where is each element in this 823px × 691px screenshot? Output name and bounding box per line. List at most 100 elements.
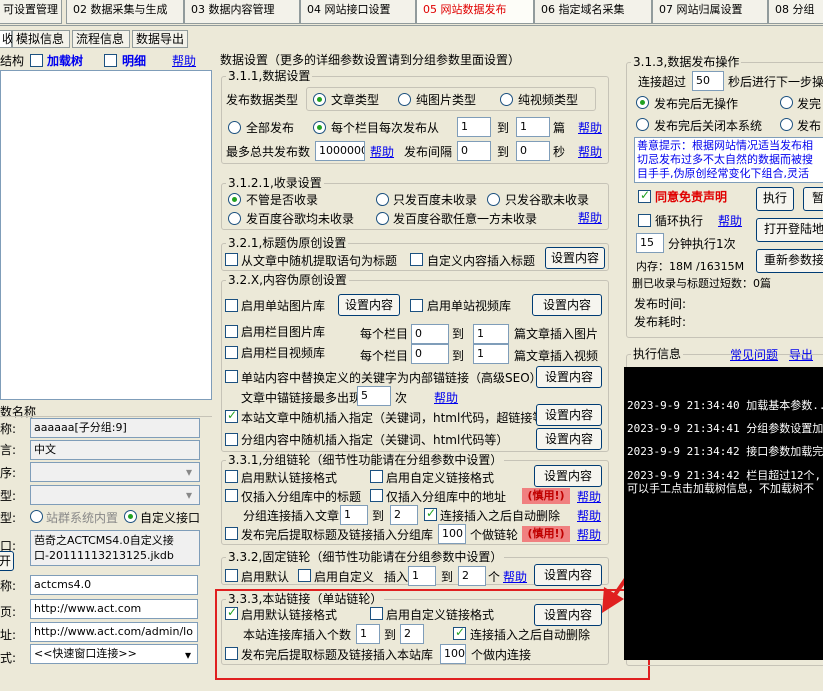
reload-params-button[interactable]: 重新参数接 [756, 249, 823, 273]
tab-settings[interactable]: 可设置管理 [0, 0, 62, 24]
detail-checkbox[interactable] [104, 54, 117, 67]
tab-site-interface[interactable]: 04 网站接口设置 [300, 0, 416, 24]
admin-address-field[interactable]: http://www.act.com/admin/lo [30, 622, 198, 642]
left-help-link[interactable]: 帮助 [172, 54, 196, 68]
tab-data-manage[interactable]: 03 数据内容管理 [184, 0, 300, 24]
site-random-insert-checkbox[interactable] [225, 408, 238, 423]
tab-site-owner[interactable]: 07 网站归属设置 [652, 0, 768, 24]
fixed-to-field[interactable]: 2 [458, 566, 486, 586]
chain-settings-button[interactable]: 设置内容 [534, 465, 602, 487]
radio-video-type[interactable] [500, 93, 513, 106]
language-field[interactable]: 中文 [30, 440, 200, 460]
group-auto-delete-checkbox[interactable] [424, 506, 437, 521]
open-button[interactable]: 开 [0, 551, 14, 571]
group-random-insert-checkbox[interactable] [225, 433, 238, 446]
group-insert-from-field[interactable]: 1 [340, 505, 368, 525]
max-publish-field[interactable]: 1000000 [315, 141, 365, 161]
radio-custom[interactable] [124, 510, 137, 523]
pause-button[interactable]: 暂 [803, 187, 823, 211]
log-console[interactable]: 2023-9-9 21:34:40 加载基本参数... 2023-9-9 21:… [624, 367, 823, 660]
help-link[interactable]: 帮助 [370, 145, 394, 159]
group-random-settings-button[interactable]: 设置内容 [536, 428, 602, 450]
chain-default-checkbox[interactable] [225, 470, 238, 483]
radio-baidu-not-indexed[interactable] [376, 193, 389, 206]
group-wheel-count-field[interactable]: 100 [438, 524, 466, 544]
port-field[interactable]: 芭奇之ACTCMS4.0自定义接 口-20111113213125.jkdb [30, 530, 200, 566]
timeout-field[interactable]: 50 [692, 71, 724, 91]
per-column-from-field[interactable]: 1 [457, 117, 491, 137]
radio-builtin[interactable] [30, 510, 43, 523]
anchor-settings-button[interactable]: 设置内容 [536, 366, 602, 388]
help-link[interactable]: 帮助 [503, 570, 527, 584]
image-to-field[interactable]: 1 [473, 324, 509, 344]
load-tree-checkbox[interactable] [30, 54, 43, 67]
interval-from-field[interactable]: 0 [457, 141, 491, 161]
fixed-default-checkbox[interactable] [225, 569, 238, 582]
interval-to-field[interactable]: 0 [516, 141, 550, 161]
help-link[interactable]: 帮助 [718, 214, 742, 228]
subtab-simulate[interactable]: 模拟信息 [12, 30, 70, 48]
video-to-field[interactable]: 1 [473, 344, 509, 364]
site-name-field[interactable]: actcms4.0 [30, 575, 198, 595]
subtab-process[interactable]: 流程信息 [72, 30, 130, 48]
only-address-checkbox[interactable] [370, 489, 383, 502]
subtab-collect[interactable]: 收 [0, 30, 14, 48]
image-from-field[interactable]: 0 [411, 324, 449, 344]
loop-execute-checkbox[interactable] [638, 214, 651, 227]
radio-article-type[interactable] [313, 93, 326, 106]
loop-minutes-field[interactable]: 15 [636, 233, 664, 253]
replace-keyword-checkbox[interactable] [225, 370, 238, 383]
title-settings-button[interactable]: 设置内容 [545, 247, 605, 269]
help-link[interactable]: 帮助 [577, 509, 601, 523]
faq-link[interactable]: 常见问题 [730, 348, 778, 362]
homepage-field[interactable]: http://www.act.com [30, 599, 198, 619]
help-link[interactable]: 帮助 [434, 391, 458, 405]
tab-site-publish[interactable]: 05 网站数据发布 [416, 0, 534, 24]
execute-button[interactable]: 执行 [756, 187, 794, 211]
group-insert-to-field[interactable]: 2 [390, 505, 418, 525]
video-from-field[interactable]: 0 [411, 344, 449, 364]
column-video-checkbox[interactable] [225, 346, 238, 359]
help-link[interactable]: 帮助 [578, 211, 602, 225]
export-link[interactable]: 导出 [789, 348, 813, 362]
tab-data-collect[interactable]: 02 数据采集与生成 [66, 0, 184, 24]
radio-no-action[interactable] [636, 96, 649, 109]
help-link[interactable]: 帮助 [577, 490, 601, 504]
radio-any-indexed[interactable] [228, 193, 241, 206]
custom-title-checkbox[interactable] [410, 253, 423, 266]
order-select[interactable] [30, 462, 200, 482]
type-select[interactable] [30, 485, 200, 505]
site-image-checkbox[interactable] [225, 299, 238, 312]
subtab-export[interactable]: 数据导出 [132, 30, 188, 48]
radio-image-type[interactable] [398, 93, 411, 106]
chain-custom-checkbox[interactable] [370, 470, 383, 483]
help-link[interactable]: 帮助 [578, 145, 602, 159]
agree-disclaimer-checkbox[interactable] [638, 188, 651, 203]
radio-publish-all[interactable] [228, 121, 241, 134]
group-extract-checkbox[interactable] [225, 527, 238, 540]
group-name-field[interactable]: aaaaaa[子分组:9] [30, 418, 200, 438]
only-title-checkbox[interactable] [225, 489, 238, 502]
radio-google-not-indexed[interactable] [487, 193, 500, 206]
fixed-custom-checkbox[interactable] [298, 569, 311, 582]
anchor-max-field[interactable]: 5 [357, 386, 391, 406]
radio-after-publish[interactable] [780, 96, 793, 109]
site-video-settings-button[interactable]: 设置内容 [532, 294, 602, 316]
column-image-checkbox[interactable] [225, 325, 238, 338]
help-link[interactable]: 帮助 [578, 121, 602, 135]
tab-domain-collect[interactable]: 06 指定域名采集 [534, 0, 652, 24]
radio-either-not-indexed[interactable] [376, 212, 389, 225]
radio-both-not-indexed[interactable] [228, 212, 241, 225]
open-login-button[interactable]: 打开登陆地 [756, 218, 823, 242]
random-title-checkbox[interactable] [225, 253, 238, 266]
connection-mode-select[interactable]: <<快速窗口连接>> [30, 644, 198, 664]
site-video-checkbox[interactable] [410, 299, 423, 312]
tab-group[interactable]: 08 分组 [768, 0, 823, 24]
fixed-from-field[interactable]: 1 [408, 566, 436, 586]
radio-per-column[interactable] [313, 121, 326, 134]
site-random-settings-button[interactable]: 设置内容 [536, 404, 602, 426]
site-image-settings-button[interactable]: 设置内容 [338, 294, 400, 316]
per-column-to-field[interactable]: 1 [516, 117, 550, 137]
radio-publish-other[interactable] [780, 118, 793, 131]
tree-view[interactable] [0, 70, 212, 400]
